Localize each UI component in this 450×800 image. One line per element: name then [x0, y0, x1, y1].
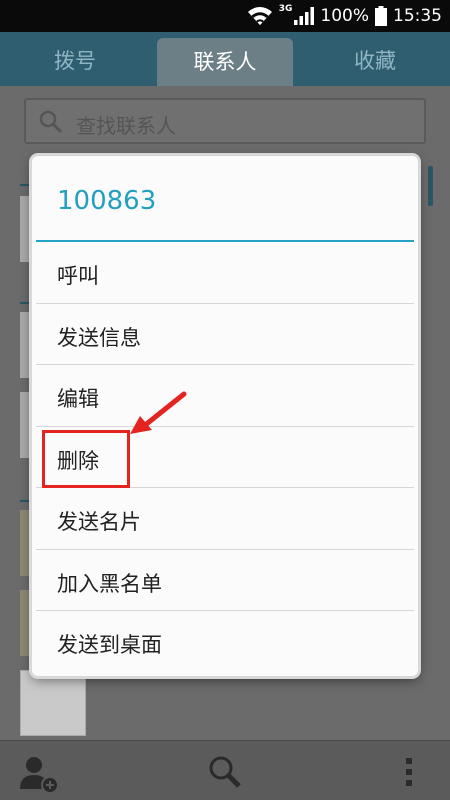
menu-item-label: 呼叫	[57, 264, 99, 288]
tab-bar: 拨号 联系人 收藏	[0, 32, 450, 86]
battery-icon	[375, 6, 387, 26]
menu-item-add-blacklist[interactable]: 加入黑名单	[36, 550, 414, 611]
signal-icon	[294, 7, 315, 25]
dialog-title: 100863	[57, 186, 157, 216]
avatar	[20, 670, 86, 736]
wifi-icon	[247, 7, 272, 25]
scrollbar[interactable]	[428, 166, 433, 206]
bottom-action-bar	[0, 740, 450, 800]
menu-item-send-card[interactable]: 发送名片	[36, 488, 414, 550]
menu-item-label: 加入黑名单	[57, 571, 162, 596]
search-placeholder: 查找联系人	[76, 114, 176, 138]
tab-favorites[interactable]: 收藏	[300, 32, 450, 86]
menu-item-label: 发送到桌面	[57, 633, 162, 657]
contact-options-dialog: 100863 呼叫 发送信息 编辑 删除 发送名片 加入黑名单 发送到桌面	[32, 156, 418, 676]
menu-item-label: 发送名片	[57, 510, 141, 534]
status-indicators: 3G 100% 15:35	[247, 4, 442, 28]
clock: 15:35	[393, 6, 442, 26]
search-input[interactable]: 查找联系人	[24, 98, 426, 144]
search-icon	[39, 110, 63, 134]
status-bar: 3G 100% 15:35	[0, 0, 450, 32]
menu-item-edit[interactable]: 编辑	[36, 365, 414, 427]
tab-contacts[interactable]: 联系人	[157, 38, 293, 86]
network-type-label: 3G	[278, 4, 293, 14]
annotation-arrow-icon	[130, 391, 187, 434]
battery-percent: 100%	[320, 6, 369, 26]
more-icon[interactable]	[404, 755, 414, 789]
add-contact-icon[interactable]	[20, 755, 62, 795]
menu-item-send-to-desktop[interactable]: 发送到桌面	[36, 611, 414, 673]
menu-item-label: 编辑	[57, 387, 99, 411]
search-icon[interactable]	[208, 755, 242, 789]
menu-item-call[interactable]: 呼叫	[36, 242, 414, 304]
menu-item-label: 发送信息	[57, 325, 141, 350]
tab-dial[interactable]: 拨号	[0, 32, 150, 86]
menu-item-send-message[interactable]: 发送信息	[36, 304, 414, 365]
annotation-highlight-box	[42, 430, 130, 488]
